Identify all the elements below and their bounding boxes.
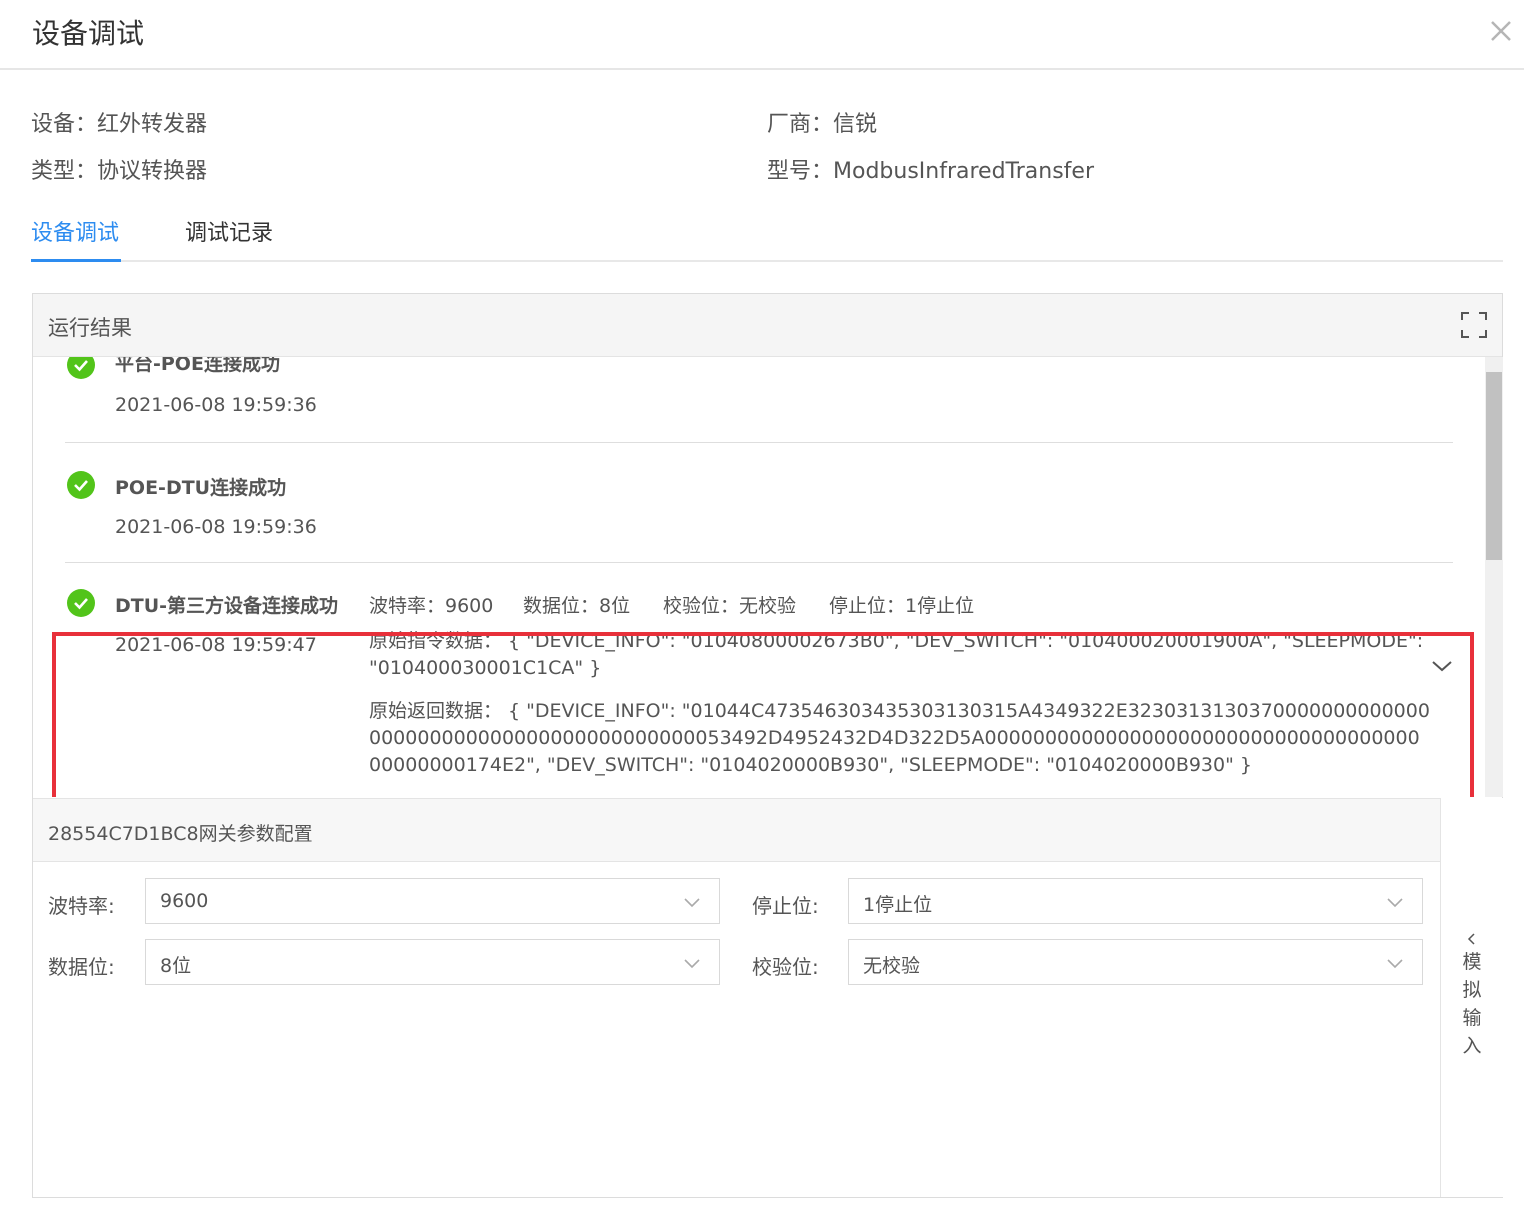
chevron-down-icon	[684, 898, 700, 908]
baud-select-value: 9600	[160, 890, 209, 912]
chevron-down-icon	[1387, 898, 1403, 908]
baud-label: 波特率:	[48, 894, 115, 918]
simulate-input-label: 模 拟 输 入	[1462, 951, 1482, 1057]
param-baud: 波特率：9600	[369, 595, 494, 617]
results-panel: 运行结果 平台-POE连接成功 2021-06-08 19:59:36 POE-…	[32, 293, 1503, 1198]
success-check-icon	[67, 471, 95, 499]
fullscreen-icon[interactable]	[1460, 311, 1488, 339]
baud-select[interactable]: 9600	[145, 878, 720, 924]
success-check-icon	[67, 589, 95, 617]
config-header: 28554C7D1BC8网关参数配置	[33, 798, 1440, 862]
parity-select-value: 无校验	[863, 955, 921, 977]
chevron-down-icon	[1387, 959, 1403, 969]
config-title: 28554C7D1BC8网关参数配置	[48, 823, 313, 845]
result-item-time: 2021-06-08 19:59:36	[115, 394, 317, 416]
stop-bits-select[interactable]: 1停止位	[848, 878, 1423, 924]
divider	[65, 442, 1453, 443]
simulate-input-toggle[interactable]: 模 拟 输 入	[1440, 798, 1503, 1197]
stop-bits-select-value: 1停止位	[863, 894, 933, 916]
result-item: POE-DTU连接成功 2021-06-08 19:59:36	[33, 457, 1485, 557]
result-item-title: POE-DTU连接成功	[115, 477, 287, 499]
device-vendor: 厂商：信锐	[767, 112, 878, 137]
tab-debug-records[interactable]: 调试记录	[185, 215, 273, 247]
results-panel-title: 运行结果	[48, 316, 132, 340]
result-item-title: 平台-POE连接成功	[115, 357, 280, 375]
results-list[interactable]: 平台-POE连接成功 2021-06-08 19:59:36 POE-DTU连接…	[33, 357, 1485, 797]
tab-device-debug[interactable]: 设备调试	[31, 215, 119, 247]
divider	[65, 562, 1453, 563]
param-parity: 校验位：无校验	[663, 595, 797, 617]
highlight-annotation	[52, 632, 1474, 797]
param-stop-bits: 停止位：1停止位	[829, 595, 975, 617]
parity-label: 校验位:	[752, 955, 819, 979]
scrollbar-thumb[interactable]	[1486, 372, 1502, 560]
device-type: 类型：协议转换器	[31, 159, 208, 184]
device-name: 设备：红外转发器	[31, 112, 208, 137]
chevron-down-icon	[684, 959, 700, 969]
scrollbar[interactable]	[1485, 357, 1503, 797]
close-icon[interactable]	[1486, 16, 1516, 46]
data-bits-label: 数据位:	[48, 955, 115, 979]
dialog-header: 设备调试	[0, 0, 1524, 70]
tab-bar: 设备调试 调试记录	[31, 205, 1503, 262]
param-data-bits: 数据位：8位	[523, 595, 631, 617]
parity-select[interactable]: 无校验	[848, 939, 1423, 985]
device-model: 型号：ModbusInfraredTransfer	[767, 159, 1095, 184]
data-bits-select[interactable]: 8位	[145, 939, 720, 985]
results-panel-header: 运行结果	[33, 294, 1502, 357]
dialog-title: 设备调试	[32, 17, 145, 50]
result-item-title: DTU-第三方设备连接成功	[115, 595, 339, 617]
chevron-left-icon	[1467, 933, 1475, 945]
active-tab-indicator	[31, 259, 121, 262]
result-item: 平台-POE连接成功 2021-06-08 19:59:36	[33, 357, 1485, 425]
stop-bits-label: 停止位:	[752, 894, 819, 918]
result-item-time: 2021-06-08 19:59:36	[115, 516, 317, 538]
data-bits-select-value: 8位	[160, 955, 192, 977]
success-check-icon	[67, 357, 95, 379]
